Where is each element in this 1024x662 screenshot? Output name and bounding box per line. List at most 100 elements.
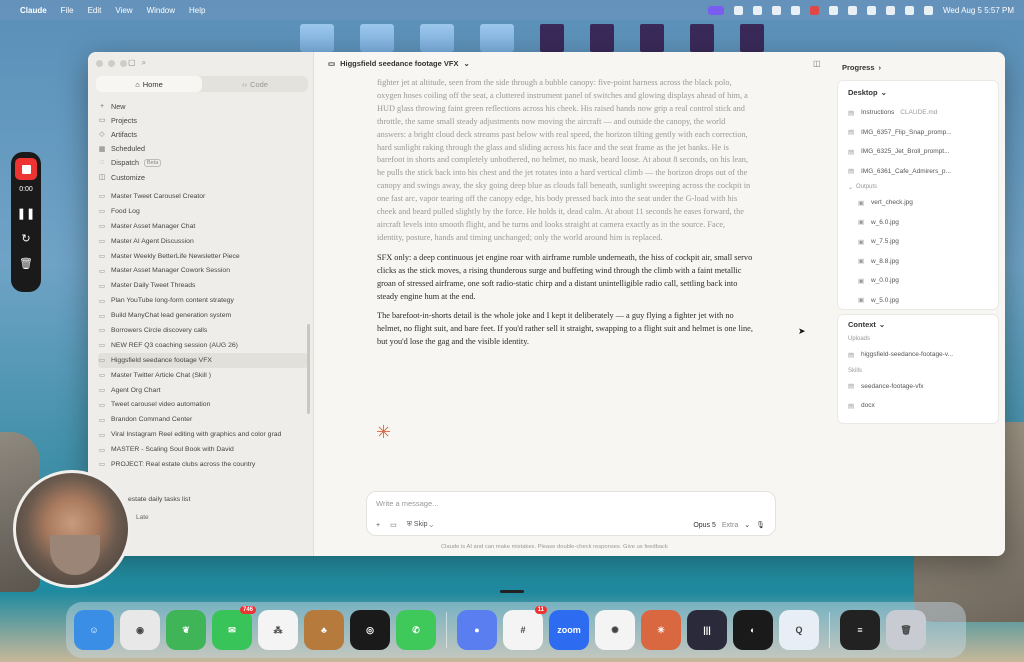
conversation-item[interactable]: ▭ Borrowers Circle discovery calls <box>98 323 308 338</box>
desktop-file-thumbnail[interactable] <box>740 24 764 52</box>
conversation-item[interactable]: ▭ Plan YouTube long-form content strategy <box>98 293 308 308</box>
model-selector[interactable]: Opus 5 Extra ⌄ 🎙 <box>693 521 765 530</box>
conversation-item[interactable]: ▭ Viral Instagram Reel editing with graph… <box>98 427 308 442</box>
output-file-item[interactable]: ▣ w_0.0.jpg <box>848 271 998 291</box>
message-composer[interactable]: Write a message... + ▭ ⛨ Skip ⌄ Opus 5 E… <box>366 491 776 536</box>
desktop-folder-icon[interactable] <box>480 24 514 52</box>
conversation-item[interactable]: ▭ Master Daily Tweet Threads <box>98 278 308 293</box>
code-tab[interactable]: ‹› Code <box>202 76 308 92</box>
upload-item[interactable]: ▤ higgsfield-seedance-footage-v... <box>838 345 998 365</box>
dock-chrome-icon[interactable]: ◉ <box>120 610 160 650</box>
home-tab[interactable]: ⌂ Home <box>96 76 202 92</box>
menu-window[interactable]: Window <box>147 6 175 15</box>
conversation-item[interactable]: ▭ Agent Org Chart <box>98 383 308 398</box>
tray-app-icon[interactable] <box>809 5 819 15</box>
desktop-file-item[interactable]: ▤ IMG_6357_Flip_Snap_promp... <box>838 123 998 143</box>
panel-toggle-icon[interactable]: ◫ <box>813 59 821 68</box>
dock-notes-icon[interactable]: ≡ <box>840 610 880 650</box>
trash-icon[interactable]: 🗑 <box>19 257 33 270</box>
battery-icon[interactable] <box>866 5 876 15</box>
progress-header[interactable]: Progress › <box>842 63 881 72</box>
dock-messages-icon[interactable]: ✉ 746 <box>212 606 256 650</box>
conversation-item[interactable]: ▭ Food Log <box>98 204 308 219</box>
chat-title[interactable]: ▭ Higgsfield seedance footage VFX ⌄ <box>328 59 470 68</box>
desktop-file-thumbnail[interactable] <box>590 24 614 52</box>
conversation-item[interactable]: ▭ MASTER - Scaling Soul Book with David <box>98 442 308 457</box>
tray-app-icon[interactable] <box>752 5 762 15</box>
sidebar-bottom-item[interactable]: estate daily tasks list <box>128 496 190 503</box>
screen-record-tray-icon[interactable] <box>707 5 724 15</box>
desktop-folder-icon[interactable] <box>300 24 334 52</box>
bluetooth-icon[interactable] <box>828 5 838 15</box>
conversation-item[interactable]: ▭ PROJECT: Real estate clubs across the c… <box>98 457 308 472</box>
menu-view[interactable]: View <box>115 6 132 15</box>
minimize-window-button[interactable] <box>108 60 115 67</box>
conversation-item[interactable]: ▭ Master Twitter Article Chat (Skill ) <box>98 368 308 383</box>
desktop-header[interactable]: Desktop ⌄ <box>838 81 998 103</box>
sidebar-toggle-icon[interactable]: ▢ <box>128 58 136 68</box>
output-file-item[interactable]: ▣ w_5.0.jpg <box>848 291 998 311</box>
search-icon[interactable]: ⌕ <box>142 58 146 68</box>
conversation-item[interactable]: ▭ Master Weekly BetterLife Newsletter Pie… <box>98 249 308 264</box>
output-file-item[interactable]: ▣ vert_check.jpg <box>848 193 998 213</box>
conversation-item[interactable]: ▭ NEW REF Q3 coaching session (AUG 26) <box>98 338 308 353</box>
menu-file[interactable]: File <box>61 6 74 15</box>
desktop-file-thumbnail[interactable] <box>690 24 714 52</box>
message-input[interactable]: Write a message... <box>376 499 438 508</box>
close-window-button[interactable] <box>96 60 103 67</box>
desktop-file-thumbnail[interactable] <box>640 24 664 52</box>
dock-claude-icon[interactable]: ✳ <box>641 610 681 650</box>
dock-game-icon[interactable]: ♣ <box>304 610 344 650</box>
control-center-icon[interactable] <box>923 5 933 15</box>
conversation-item[interactable]: ▭ Master Asset Manager Cowork Session <box>98 263 308 278</box>
dock-finder-icon[interactable]: ☺ <box>74 610 114 650</box>
sidebar-item-dispatch[interactable]: ◌ Dispatch Beta <box>98 156 304 170</box>
sidebar-item-customize[interactable]: ◫ Customize <box>98 170 304 184</box>
conversation-item[interactable]: ▭ Brandon Command Center <box>98 412 308 427</box>
conversation-item[interactable]: ▭ Tweet carousel video automation <box>98 397 308 412</box>
skip-button[interactable]: ⛨ Skip ⌄ <box>407 521 434 529</box>
output-file-item[interactable]: ▣ w_7.5.jpg <box>848 232 998 252</box>
menu-help[interactable]: Help <box>189 6 205 15</box>
sidebar-item-artifacts[interactable]: ◇ Artifacts <box>98 127 304 141</box>
sidebar-item-projects[interactable]: ▭ Projects <box>98 113 304 127</box>
skill-item[interactable]: ▤ docx <box>838 396 998 416</box>
dock-spotify-icon[interactable]: ◎ <box>350 610 390 650</box>
conversation-item[interactable]: ▭ Master Asset Manager Chat <box>98 219 308 234</box>
desktop-file-item[interactable]: ▤ IMG_6361_Cafe_Admirers_p... <box>838 162 998 182</box>
desktop-file-item[interactable]: ▤ Instructions CLAUDE.md <box>838 103 998 123</box>
output-file-item[interactable]: ▣ w_6.0.jpg <box>848 213 998 233</box>
tray-app-icon[interactable] <box>771 5 781 15</box>
wifi-icon[interactable] <box>885 5 895 15</box>
outputs-header[interactable]: ⌄ Outputs <box>838 181 998 193</box>
tray-app-icon[interactable] <box>847 5 857 15</box>
sidebar-scrollbar[interactable] <box>307 324 310 414</box>
dock-whatsapp-icon[interactable]: ✆ <box>396 610 436 650</box>
conversation-item[interactable]: ▭ Build ManyChat lead generation system <box>98 308 308 323</box>
dock-asana-icon[interactable]: ⁂ <box>258 610 298 650</box>
conversation-item[interactable]: ▭ Master Tweet Carousel Creator <box>98 189 308 204</box>
stop-recording-button[interactable] <box>15 158 37 180</box>
add-attachment-icon[interactable]: + <box>376 522 380 529</box>
conversation-item[interactable]: ▭ Master AI Agent Discussion <box>98 234 308 249</box>
tray-app-icon[interactable] <box>733 5 743 15</box>
dock-trash-icon[interactable]: 🗑 <box>886 610 926 650</box>
dock-screenpal-icon[interactable]: ● <box>457 610 497 650</box>
menu-clock[interactable]: Wed Aug 5 5:57 PM <box>943 6 1014 15</box>
zoom-window-button[interactable] <box>120 60 127 67</box>
menu-app-name[interactable]: Claude <box>20 6 47 15</box>
skill-item[interactable]: ▤ seedance-footage-vfx <box>838 377 998 397</box>
context-header[interactable]: Context ⌄ <box>838 315 998 333</box>
output-file-item[interactable]: ▣ w_8.8.jpg <box>848 252 998 272</box>
dock-zoom-icon[interactable]: zoom <box>549 610 589 650</box>
dock-quicktime-icon[interactable]: Q <box>779 610 819 650</box>
desktop-file-thumbnail[interactable] <box>540 24 564 52</box>
spotlight-icon[interactable] <box>904 5 914 15</box>
desktop-file-item[interactable]: ▤ IMG_6325_Jet_Broll_prompt... <box>838 142 998 162</box>
desktop-folder-icon[interactable] <box>420 24 454 52</box>
tray-app-icon[interactable] <box>790 5 800 15</box>
microphone-icon[interactable]: 🎙 <box>756 521 765 529</box>
sidebar-item-scheduled[interactable]: ▦ Scheduled <box>98 142 304 156</box>
dock-evernote-icon[interactable]: ❦ <box>166 610 206 650</box>
dock-slack-icon[interactable]: #11 <box>503 606 547 650</box>
